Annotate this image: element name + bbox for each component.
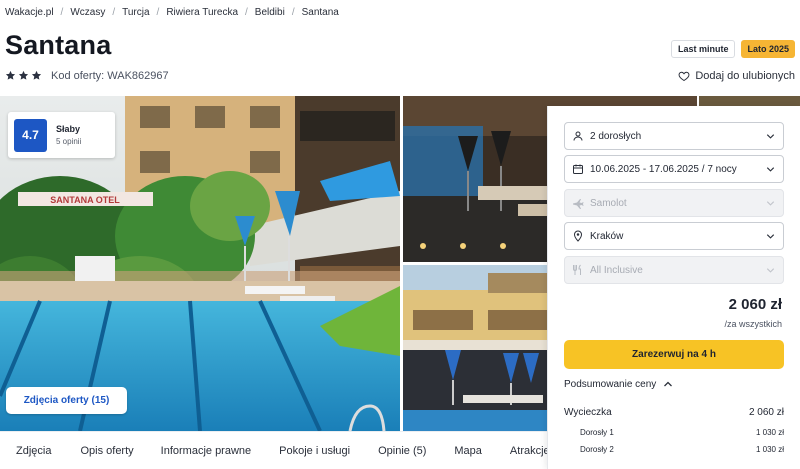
breadcrumb-item-wczasy[interactable]: Wczasy: [70, 7, 105, 18]
summary-adult1-label: Dorosły 1: [580, 428, 614, 437]
breadcrumb-item-city[interactable]: Beldibi: [255, 7, 285, 18]
tab-reviews[interactable]: Opinie (5): [378, 445, 426, 457]
star-icon: [31, 70, 42, 80]
last-minute-badge: Last minute: [670, 40, 736, 58]
rating-details: Słaby 5 opinii: [56, 124, 81, 146]
star-icon: [5, 70, 16, 80]
season-badge: Lato 2025: [741, 40, 795, 58]
rating-label: Słaby: [56, 124, 81, 134]
price-note: /za wszystkich: [724, 319, 782, 329]
transport-select[interactable]: Samolot: [564, 189, 784, 217]
summary-trip-label: Wycieczka: [564, 407, 612, 418]
breadcrumb: Wakacje.pl / Wczasy / Turcja / Riwiera Ture…: [5, 4, 339, 20]
offer-badges: Last minute Lato 2025: [670, 40, 795, 58]
tab-rooms[interactable]: Pokoje i usługi: [279, 445, 350, 457]
calendar-icon: [573, 164, 583, 174]
chevron-down-icon: [766, 267, 775, 273]
chevron-down-icon: [766, 200, 775, 206]
plane-icon: [573, 199, 584, 209]
price-summary-label: Podsumowanie ceny: [564, 378, 657, 390]
tab-photos[interactable]: Zdjęcia: [16, 445, 51, 457]
cutlery-icon: [573, 264, 581, 275]
add-to-favorites-button[interactable]: Dodaj do ulubionych: [678, 70, 795, 82]
chevron-down-icon: [766, 233, 775, 239]
total-price: 2 060 zł: [728, 296, 782, 313]
board-select[interactable]: All Inclusive: [564, 256, 784, 284]
chevron-up-icon: [664, 381, 673, 387]
guests-value: 2 dorosłych: [590, 130, 642, 142]
location-pin-icon: [573, 230, 583, 242]
book-button[interactable]: Zarezerwuj na 4 h: [564, 340, 784, 369]
rating-count: 5 opinii: [56, 137, 82, 146]
breadcrumb-item-country[interactable]: Turcja: [122, 7, 149, 18]
offer-tabs: Zdjęcia Opis oferty Informacje prawne Po…: [0, 431, 547, 469]
gallery-photo-4[interactable]: [699, 96, 800, 106]
heart-icon: [678, 71, 690, 82]
board-value: All Inclusive: [590, 264, 643, 276]
guests-select[interactable]: 2 dorosłych: [564, 122, 784, 150]
breadcrumb-separator: /: [245, 6, 248, 18]
breadcrumb-item-region[interactable]: Riwiera Turecka: [166, 7, 238, 18]
offer-code: Kod oferty: WAK862967: [51, 70, 169, 82]
summary-row-adult-1: Dorosły 1 1 030 zł: [564, 428, 784, 437]
summary-row-trip: Wycieczka 2 060 zł: [564, 407, 784, 418]
breadcrumb-separator: /: [112, 6, 116, 18]
chevron-down-icon: [766, 133, 775, 139]
chevron-down-icon: [766, 166, 775, 172]
page-title: Santana: [5, 30, 112, 60]
rating-score: 4.7: [14, 118, 47, 152]
departure-select[interactable]: Kraków: [564, 222, 784, 250]
breadcrumb-separator: /: [156, 6, 160, 18]
tab-map[interactable]: Mapa: [454, 445, 482, 457]
departure-value: Kraków: [590, 230, 624, 242]
breadcrumb-separator: /: [60, 6, 64, 18]
tab-legal-info[interactable]: Informacje prawne: [161, 445, 252, 457]
transport-value: Samolot: [590, 197, 627, 209]
pool-sign-text: SANTANA OTEL: [50, 195, 120, 205]
photos-button[interactable]: Zdjęcia oferty (15): [6, 387, 127, 414]
summary-adult1-value: 1 030 zł: [755, 428, 784, 437]
hotel-stars: [5, 70, 42, 81]
summary-trip-value: 2 060 zł: [748, 407, 784, 418]
add-to-favorites-label: Dodaj do ulubionych: [695, 70, 795, 82]
rating-card[interactable]: 4.7 Słaby 5 opinii: [8, 112, 115, 158]
summary-adult2-label: Dorosły 2: [580, 445, 614, 454]
dates-value: 10.06.2025 - 17.06.2025 / 7 nocy: [590, 163, 737, 175]
breadcrumb-separator: /: [291, 6, 295, 18]
price-summary-toggle[interactable]: Podsumowanie ceny: [564, 378, 674, 390]
summary-row-adult-2: Dorosły 2 1 030 zł: [564, 445, 784, 454]
breadcrumb-item-current: Santana: [301, 6, 339, 18]
star-icon: [18, 70, 29, 80]
breadcrumb-item-home[interactable]: Wakacje.pl: [5, 7, 54, 18]
person-icon: [573, 131, 583, 141]
dates-select[interactable]: 10.06.2025 - 17.06.2025 / 7 nocy: [564, 155, 784, 183]
booking-panel: 2 dorosłych 10.06.2025 - 17.06.2025 / 7 …: [547, 106, 800, 469]
summary-adult2-value: 1 030 zł: [755, 445, 784, 454]
tab-attractions[interactable]: Atrakcje: [510, 445, 547, 457]
tab-description[interactable]: Opis oferty: [80, 445, 133, 457]
